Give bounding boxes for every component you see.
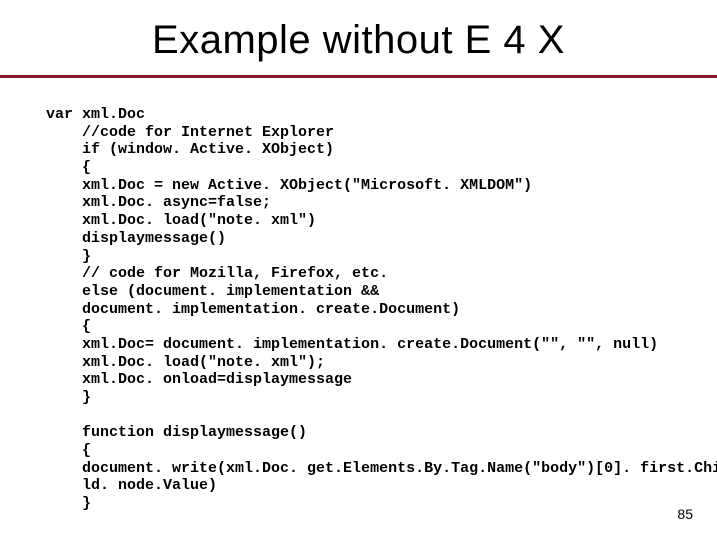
title-area: Example without E 4 X xyxy=(0,0,717,69)
code-block: var xml.Doc //code for Internet Explorer… xyxy=(46,106,693,513)
code-line: xml.Doc= document. implementation. creat… xyxy=(82,336,658,353)
code-line: { xyxy=(82,318,91,335)
page-number: 85 xyxy=(677,506,693,522)
slide-title: Example without E 4 X xyxy=(152,18,565,62)
code-line: xml.Doc. async=false; xyxy=(82,194,271,211)
code-line: xml.Doc = new Active. XObject("Microsoft… xyxy=(82,177,532,194)
code-line: } xyxy=(82,495,91,512)
code-line: ld. node.Value) xyxy=(82,477,217,494)
code-line: if (window. Active. XObject) xyxy=(82,141,334,158)
code-line: } xyxy=(82,248,91,265)
code-line: { xyxy=(82,442,91,459)
code-line: { xyxy=(82,159,91,176)
code-line: xml.Doc. load("note. xml") xyxy=(82,212,316,229)
code-line: } xyxy=(82,389,91,406)
code-first-block: xml.Doc //code for Internet Explorer if … xyxy=(82,106,717,513)
code-line: document. write(xml.Doc. get.Elements.By… xyxy=(82,460,717,477)
code-line: function displaymessage() xyxy=(82,424,307,441)
code-line: // code for Mozilla, Firefox, etc. xyxy=(82,265,388,282)
code-var-keyword: var xyxy=(46,106,82,124)
code-line: document. implementation. create.Documen… xyxy=(82,301,460,318)
code-line: xml.Doc. load("note. xml"); xyxy=(82,354,325,371)
slide-body: var xml.Doc //code for Internet Explorer… xyxy=(0,78,717,513)
slide: Example without E 4 X var xml.Doc //code… xyxy=(0,0,717,538)
code-line: //code for Internet Explorer xyxy=(82,124,334,141)
code-line: xml.Doc. onload=displaymessage xyxy=(82,371,352,388)
code-line: else (document. implementation && xyxy=(82,283,379,300)
code-line: displaymessage() xyxy=(82,230,226,247)
code-line: xml.Doc xyxy=(82,106,145,123)
